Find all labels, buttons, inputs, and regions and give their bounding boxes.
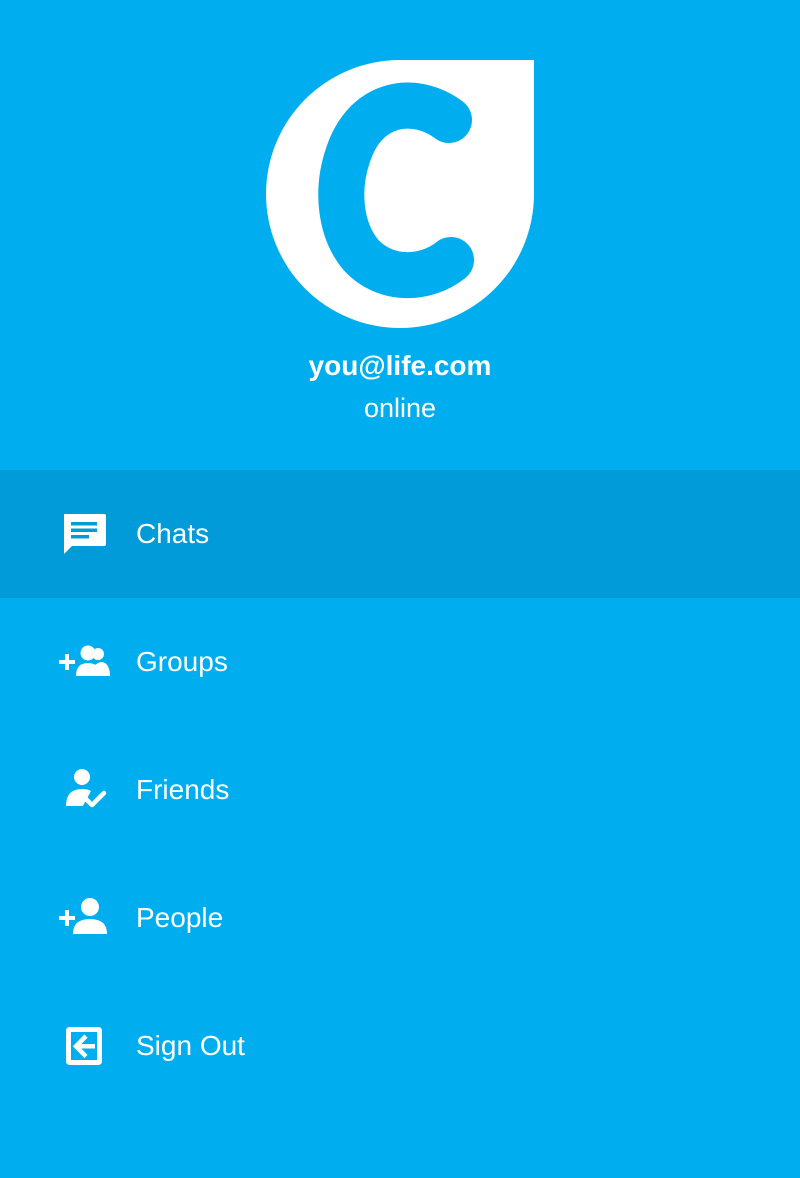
menu-item-sign-out[interactable]: Sign Out (0, 982, 800, 1110)
menu-item-groups[interactable]: Groups (0, 598, 800, 726)
navigation-drawer: you@life.com online Chats Groups Friends… (0, 0, 800, 1178)
add-person-icon (56, 894, 112, 942)
menu-item-people[interactable]: People (0, 854, 800, 982)
menu-item-label: Sign Out (136, 1030, 245, 1061)
add-group-icon (56, 638, 112, 686)
chat-icon (56, 510, 112, 558)
menu-item-friends[interactable]: Friends (0, 726, 800, 854)
friend-check-icon (56, 766, 112, 814)
menu-item-label: Friends (136, 774, 230, 805)
menu-item-label: Chats (136, 518, 210, 549)
app-logo (266, 60, 534, 328)
menu-item-label: Groups (136, 646, 228, 677)
drawer-menu: Chats Groups Friends People Sign Out (0, 470, 800, 1110)
user-status: online (363, 393, 437, 423)
sign-out-icon (56, 1022, 112, 1070)
profile-header: you@life.com online (0, 0, 800, 470)
user-email: you@life.com (308, 350, 492, 381)
menu-item-label: People (136, 902, 224, 933)
menu-item-chats[interactable]: Chats (0, 470, 800, 598)
